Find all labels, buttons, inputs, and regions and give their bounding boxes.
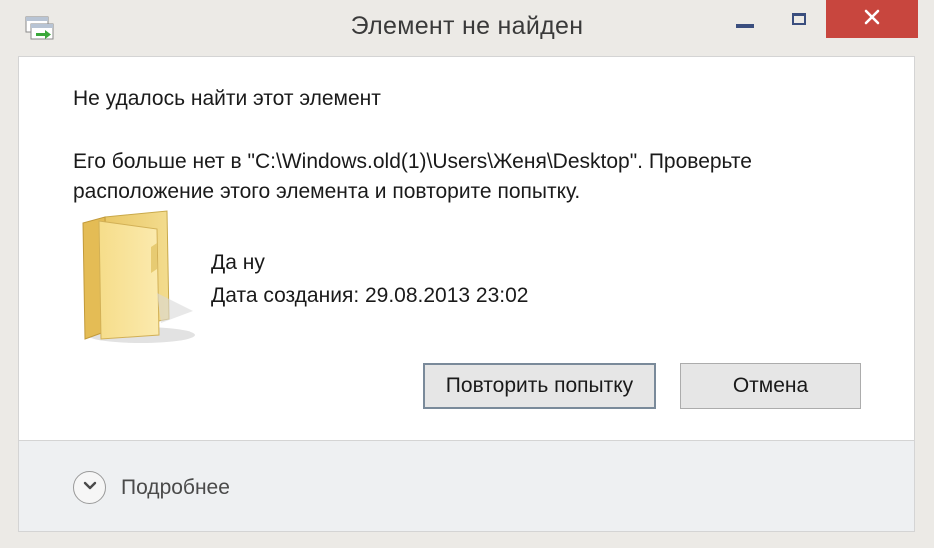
dialog-window: Элемент не найден Не удалось найти этот … [0, 0, 934, 548]
dialog-content: Не удалось найти этот элемент Его больше… [18, 56, 915, 440]
maximize-button[interactable] [772, 0, 826, 38]
dialog-message: Его больше нет в "C:\Windows.old(1)\User… [73, 150, 752, 203]
folder-icon [69, 207, 199, 347]
item-name: Да ну [211, 251, 265, 274]
dialog-heading: Не удалось найти этот элемент [73, 87, 381, 110]
item-created-date: Дата создания: 29.08.2013 23:02 [211, 284, 529, 307]
cancel-button[interactable]: Отмена [680, 363, 861, 409]
details-label[interactable]: Подробнее [121, 476, 230, 500]
maximize-icon [792, 13, 806, 25]
title-bar[interactable]: Элемент не найден [0, 0, 934, 56]
close-button[interactable] [826, 0, 918, 38]
minimize-icon [736, 24, 754, 28]
details-footer: Подробнее [18, 440, 915, 532]
retry-button[interactable]: Повторить попытку [423, 363, 656, 409]
details-expander[interactable] [73, 471, 106, 504]
chevron-down-icon [82, 479, 98, 497]
close-icon [863, 8, 881, 31]
minimize-button[interactable] [718, 0, 772, 38]
